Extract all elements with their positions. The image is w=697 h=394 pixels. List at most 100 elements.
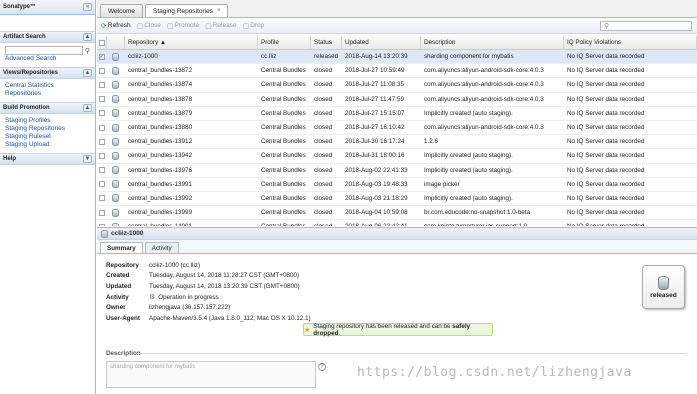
drop-button[interactable]: ▢ Drop	[243, 22, 265, 30]
row-checkbox[interactable]	[98, 195, 105, 202]
artifact-search-input[interactable]	[5, 46, 83, 55]
repository-database-icon	[658, 275, 669, 290]
table-row[interactable]: central_bundles-13942 Central Bundles clos…	[97, 149, 697, 164]
prop-activity: Activity ⚙ Operation in progress	[106, 292, 311, 303]
collapse-sidebar-button[interactable]: «	[83, 3, 92, 11]
row-checkbox-cell	[97, 152, 107, 159]
row-checkbox[interactable]	[98, 110, 105, 117]
help-header[interactable]: Help ▼	[0, 153, 95, 165]
cell-description: br.com.educode:no-snapshot:1.0-beta	[424, 209, 531, 217]
row-checkbox[interactable]	[98, 167, 105, 174]
advanced-search-link[interactable]: Advanced Search	[5, 55, 90, 63]
table-row[interactable]: central_bundles-13912 Central Bundles clos…	[97, 135, 697, 150]
cell-repository: central_bundles-13880	[128, 124, 193, 132]
cell-repository: central_bundles-14001	[125, 223, 258, 226]
search-icon[interactable]: ⚲	[85, 47, 90, 55]
row-icon-cell	[107, 194, 125, 203]
database-icon	[112, 222, 119, 226]
promote-button[interactable]: ▢ Promote	[167, 22, 199, 30]
cell-status: closed	[314, 67, 333, 75]
row-checkbox[interactable]	[98, 81, 105, 88]
column-status[interactable]: Status	[311, 36, 342, 49]
row-checkbox-cell	[97, 181, 107, 188]
cell-description: com.aliyuncs:aliyun-android-sdk-core:4.0…	[424, 81, 544, 89]
cell-updated: 2018-Jul-27 15:15:07	[345, 109, 405, 117]
released-status-label: released	[650, 291, 677, 299]
cell-iq-policy: No IQ Server data recorded	[567, 194, 645, 202]
cell-iq-policy: No IQ Server data recorded	[567, 53, 645, 61]
cell-updated: 2018-Jul-27 11:47:59	[345, 95, 405, 103]
tab-summary[interactable]: Summary	[100, 242, 143, 253]
cell-iq-policy: No IQ Server data recorded	[567, 166, 645, 174]
table-row[interactable]: central_bundles-13878 Central Bundles clos…	[97, 93, 697, 107]
tab-strip: Welcome Staging Repositories ×	[97, 0, 697, 18]
close-tab-icon[interactable]: ×	[217, 8, 221, 14]
views-repositories-header[interactable]: Views/Repositories ▲	[0, 67, 95, 79]
sidebar-item-central-statistics[interactable]: Central Statistics	[5, 82, 90, 90]
released-status-badge: released	[642, 265, 685, 309]
cell-repository: central_bundles-13872	[128, 67, 193, 75]
table-row[interactable]: central_bundles-13999 Central Bundles clos…	[97, 206, 697, 221]
sidebar-item-staging-profiles[interactable]: Staging Profiles	[5, 117, 90, 125]
cell-repository: central_bundles-13874	[128, 81, 193, 89]
table-row[interactable]: central_bundles-13992 Central Bundles clos…	[97, 192, 697, 207]
description-textarea[interactable]: sharding component for mybatis	[106, 361, 316, 388]
build-promotion-header[interactable]: Build Promotion ▲	[0, 102, 95, 114]
prop-value: Tuesday, August 14, 2018 11:28:27 CST (G…	[149, 272, 300, 280]
close-button[interactable]: ▢ Close	[137, 22, 161, 30]
table-row[interactable]: central_bundles-13874 Central Bundles clos…	[97, 78, 697, 93]
views-repositories-toggle[interactable]: ▲	[83, 69, 92, 77]
build-promotion-toggle[interactable]: ▲	[83, 104, 92, 112]
promote-icon: ▢	[166, 22, 174, 30]
sidebar-item-staging-repositories[interactable]: Staging Repositories	[5, 125, 90, 133]
tab-welcome[interactable]: Welcome	[100, 4, 143, 17]
gear-icon: ⚙	[149, 294, 156, 302]
row-checkbox-cell	[97, 110, 107, 117]
column-updated[interactable]: Updated	[342, 36, 421, 49]
help-toggle[interactable]: ▼	[83, 155, 92, 163]
cell-updated: 2018-Jul-27 11:08:35	[345, 81, 405, 89]
cell-status: closed	[314, 81, 333, 89]
help-icon[interactable]: ?	[318, 363, 326, 371]
tab-activity[interactable]: Activity	[144, 242, 179, 253]
row-checkbox-cell	[97, 195, 107, 202]
release-button[interactable]: ▢ Release	[205, 22, 236, 30]
row-checkbox[interactable]	[98, 209, 105, 216]
table-row[interactable]: central_bundles-13880 Central Bundles clos…	[97, 121, 697, 136]
row-checkbox[interactable]	[98, 124, 105, 131]
row-checkbox[interactable]	[98, 152, 105, 159]
table-row[interactable]: central_bundles-13879 Central Bundles clos…	[97, 107, 697, 121]
cell-profile: Central Bundles	[261, 166, 306, 174]
sidebar-item-staging-ruleset[interactable]: Staging Ruleset	[5, 133, 90, 141]
table-row[interactable]: ✓ ccliiz-1000 cc.lliz released 2018-Aug-14 1…	[97, 50, 697, 65]
refresh-button[interactable]: ⟳ Refresh	[101, 22, 131, 30]
cell-status: closed	[314, 95, 333, 103]
row-checkbox[interactable]	[98, 138, 105, 145]
views-repositories-body: Central Statistics Repositories	[0, 79, 95, 102]
filter-input[interactable]: ⚲	[600, 21, 692, 31]
main-area: Welcome Staging Repositories × ⟳ Refresh…	[97, 0, 697, 394]
table-row[interactable]: central_bundles-13991 Central Bundles clos…	[97, 178, 697, 192]
column-description[interactable]: Description	[421, 36, 564, 49]
table-row[interactable]: central_bundles-13872 Central Bundles clos…	[97, 64, 697, 79]
select-all-checkbox[interactable]	[98, 39, 105, 46]
column-iq-policy[interactable]: IQ Policy Violations	[564, 36, 697, 49]
row-checkbox[interactable]	[98, 181, 105, 188]
sidebar-item-repositories[interactable]: Repositories	[5, 90, 90, 98]
views-repositories-title: Views/Repositories	[3, 70, 58, 76]
cell-repository: central_bundles-13912	[128, 138, 193, 146]
cell-status: released	[314, 53, 339, 61]
table-row[interactable]: central_bundles-13976 Central Bundles clos…	[97, 164, 697, 178]
row-checkbox[interactable]	[98, 223, 105, 226]
table-row[interactable]: central_bundles-14001Central Bundlesclos…	[97, 220, 697, 226]
column-repository[interactable]: Repository ▲	[125, 36, 258, 49]
artifact-search-toggle[interactable]: ▲	[83, 33, 92, 41]
artifact-search-header[interactable]: Artifact Search ▲	[0, 31, 95, 43]
column-profile[interactable]: Profile	[258, 36, 311, 49]
tab-staging-repositories[interactable]: Staging Repositories ×	[144, 4, 229, 17]
row-checkbox[interactable]	[98, 96, 105, 103]
sidebar-item-staging-upload[interactable]: Staging Upload	[5, 141, 90, 149]
row-checkbox[interactable]: ✓	[98, 53, 105, 60]
cell-updated: 2018-Aug-03 21:18:29	[345, 194, 408, 202]
row-checkbox[interactable]	[98, 67, 105, 74]
